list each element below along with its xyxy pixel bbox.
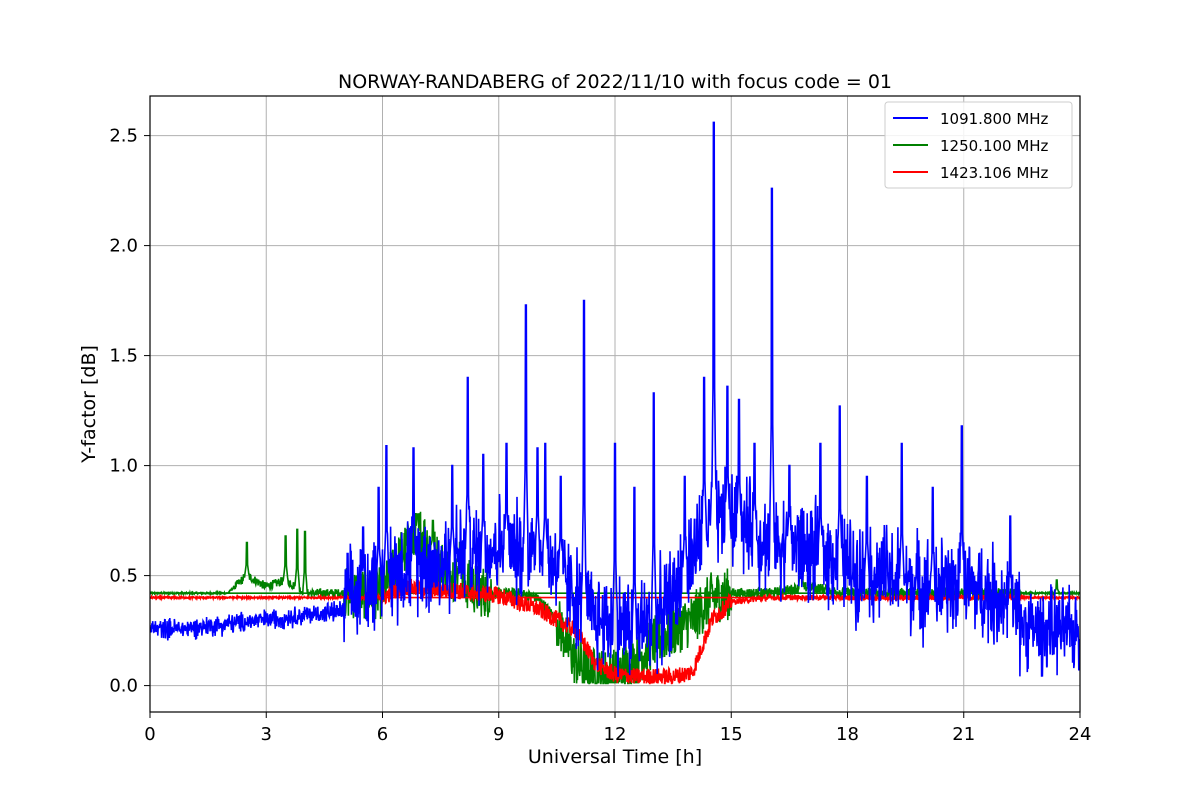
chart-title: NORWAY-RANDABERG of 2022/11/10 with focu… [338, 71, 892, 93]
legend-label-series-1: 1091.800 MHz [940, 110, 1049, 128]
y-tick-label: 1.0 [109, 456, 138, 477]
line-chart: 0 3 6 9 12 15 18 21 24 0.0 0.5 1.0 1.5 2.0 2.5 NORWAY-… [0, 0, 1200, 800]
x-axis-label: Universal Time [h] [528, 746, 702, 768]
chart-figure: 0 3 6 9 12 15 18 21 24 0.0 0.5 1.0 1.5 2.0 2.5 NORWAY-… [0, 0, 1200, 800]
x-tick-label: 18 [836, 724, 859, 745]
x-tick-label: 9 [493, 724, 504, 745]
y-tick-label: 0.5 [109, 566, 138, 587]
x-tick-label: 15 [720, 724, 743, 745]
x-tick-label: 21 [952, 724, 975, 745]
x-tick-label: 12 [604, 724, 627, 745]
y-tick-label: 0.0 [109, 676, 138, 697]
y-tick-label: 2.0 [109, 236, 138, 257]
legend-label-series-3: 1423.106 MHz [940, 164, 1049, 182]
x-tick-label: 3 [261, 724, 272, 745]
y-axis-label: Y-factor [dB] [78, 345, 100, 464]
x-tick-label: 24 [1069, 724, 1092, 745]
legend: 1091.800 MHz 1250.100 MHz 1423.106 MHz [884, 101, 1073, 189]
x-tick-label: 0 [144, 724, 155, 745]
y-tick-label: 1.5 [109, 346, 138, 367]
y-tick-label: 2.5 [109, 126, 138, 147]
x-tick-label: 6 [377, 724, 388, 745]
legend-label-series-2: 1250.100 MHz [940, 137, 1049, 155]
